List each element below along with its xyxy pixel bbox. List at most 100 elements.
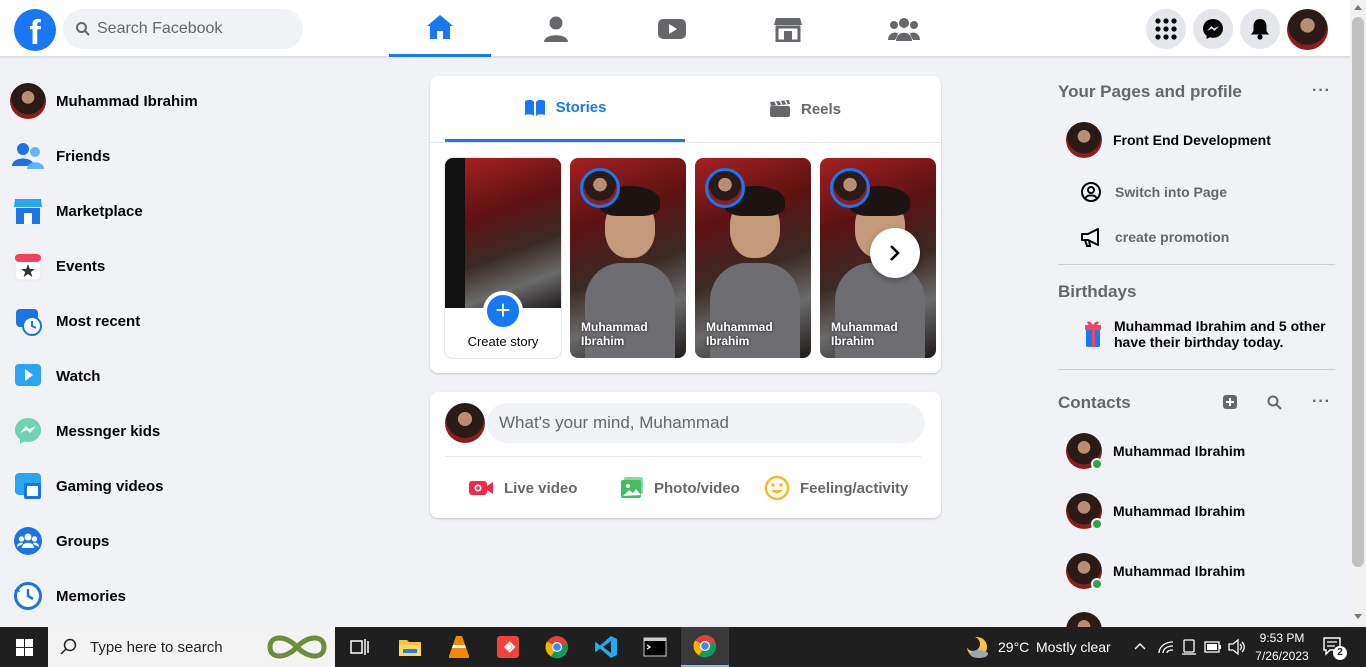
weather-button[interactable] bbox=[965, 635, 989, 664]
chrome-active-button[interactable] bbox=[681, 627, 729, 667]
sidebar-item-groups[interactable]: Groups bbox=[10, 521, 370, 561]
store-icon bbox=[774, 17, 802, 42]
add-story-icon[interactable]: + bbox=[483, 291, 523, 331]
stories-next-button[interactable] bbox=[870, 228, 920, 278]
taskbar-search[interactable]: Type here to search bbox=[48, 627, 335, 667]
page-name: Front End Development bbox=[1113, 132, 1271, 148]
device-button[interactable] bbox=[1181, 638, 1197, 661]
switch-label: Switch into Page bbox=[1115, 184, 1228, 200]
messenger-button[interactable] bbox=[1193, 9, 1233, 49]
notification-center-button[interactable]: 2 bbox=[1322, 636, 1347, 663]
notifications-button[interactable] bbox=[1240, 9, 1280, 49]
contact-avatar bbox=[1066, 433, 1103, 470]
online-indicator bbox=[1091, 578, 1103, 590]
friends-icon bbox=[12, 143, 44, 169]
sidebar-item-messenger-kids[interactable]: Messnger kids bbox=[10, 411, 370, 451]
pages-more-button[interactable]: ··· bbox=[1312, 82, 1331, 100]
sidebar-item-gaming[interactable]: Gaming videos bbox=[10, 466, 370, 506]
weather-condition: Mostly clear bbox=[1036, 639, 1111, 655]
volume-button[interactable] bbox=[1228, 638, 1246, 661]
nav-tab-home[interactable] bbox=[389, 0, 491, 57]
feeling-activity-button[interactable]: Feeling/activity bbox=[764, 470, 908, 506]
contact-item[interactable]: Muhammad Ibrahim bbox=[1066, 553, 1245, 590]
story-card[interactable]: Muhammad Ibrahim bbox=[695, 158, 811, 358]
sidebar-item-watch[interactable]: Watch bbox=[10, 356, 370, 396]
contacts-more-button[interactable]: ··· bbox=[1312, 393, 1331, 411]
divider bbox=[430, 142, 941, 143]
anydesk-button[interactable] bbox=[484, 627, 532, 667]
sidebar-item-label: Groups bbox=[56, 532, 110, 550]
photo-video-button[interactable]: Photo/video bbox=[620, 470, 740, 506]
folder-icon bbox=[399, 640, 421, 656]
sidebar-item-friends[interactable]: Friends bbox=[10, 136, 370, 176]
vscode-button[interactable] bbox=[582, 627, 630, 667]
new-room-button[interactable] bbox=[1223, 395, 1237, 414]
tab-label: Stories bbox=[555, 99, 607, 116]
contact-avatar bbox=[1066, 493, 1103, 530]
page-scrollbar[interactable] bbox=[1350, 0, 1366, 627]
chevron-up-icon bbox=[1134, 643, 1146, 650]
book-icon bbox=[524, 99, 545, 116]
search-icon bbox=[60, 638, 77, 655]
contact-name: Muhammad Ibrahim bbox=[1113, 443, 1246, 459]
show-hidden-icons-button[interactable] bbox=[1133, 639, 1147, 658]
tab-stories[interactable]: Stories bbox=[445, 76, 685, 142]
create-story-card[interactable]: + Create story bbox=[445, 158, 561, 358]
page-item[interactable]: Front End Development bbox=[1066, 122, 1271, 158]
scroll-up-icon[interactable] bbox=[1354, 5, 1362, 10]
nav-tab-profile[interactable] bbox=[505, 0, 607, 57]
wifi-button[interactable] bbox=[1157, 639, 1175, 660]
contact-item[interactable]: Muhammad Ibrahim bbox=[1066, 493, 1246, 530]
search-input[interactable] bbox=[97, 20, 287, 38]
sidebar-item-marketplace[interactable]: Marketplace bbox=[10, 191, 370, 231]
search-box[interactable] bbox=[63, 9, 303, 49]
contact-item[interactable]: Muhammad Ibrahim bbox=[1066, 433, 1246, 470]
scroll-down-icon[interactable] bbox=[1354, 614, 1362, 619]
story-card[interactable]: Muhammad Ibrahim bbox=[570, 158, 686, 358]
sidebar-item-label: Muhammad Ibrahim bbox=[56, 92, 198, 110]
sidebar-item-most-recent[interactable]: Most recent bbox=[10, 301, 370, 341]
create-story-photo bbox=[445, 158, 561, 308]
groups-icon bbox=[888, 17, 920, 41]
switch-into-page-button[interactable]: Switch into Page bbox=[1080, 181, 1227, 203]
contacts-search-button[interactable] bbox=[1267, 395, 1282, 415]
search-icon bbox=[1267, 395, 1282, 410]
start-button[interactable] bbox=[0, 627, 48, 667]
scroll-thumb[interactable] bbox=[1352, 17, 1364, 567]
chrome-button[interactable] bbox=[533, 627, 581, 667]
nav-tab-groups[interactable] bbox=[853, 0, 955, 57]
create-promotion-button[interactable]: create promotion bbox=[1080, 226, 1229, 248]
messenger-kids-icon bbox=[15, 418, 41, 444]
sidebar-item-profile[interactable]: Muhammad Ibrahim bbox=[10, 81, 370, 121]
terminal-icon bbox=[643, 637, 667, 657]
menu-button[interactable] bbox=[1146, 9, 1186, 49]
battery-button[interactable] bbox=[1204, 640, 1222, 658]
grid-menu-icon bbox=[1155, 18, 1177, 40]
file-explorer-button[interactable] bbox=[386, 627, 434, 667]
new-room-icon bbox=[1223, 395, 1237, 409]
sidebar-item-events[interactable]: Events bbox=[10, 246, 370, 286]
birthday-item[interactable]: Muhammad Ibrahim and 5 other have their b… bbox=[1084, 318, 1326, 350]
nav-tab-watch[interactable] bbox=[621, 0, 723, 57]
vlc-button[interactable] bbox=[435, 627, 483, 667]
task-view-button[interactable] bbox=[336, 627, 384, 667]
sidebar-item-memories[interactable]: Memories bbox=[10, 576, 370, 616]
live-video-button[interactable]: Live video bbox=[468, 470, 577, 506]
task-view-icon bbox=[350, 639, 369, 655]
terminal-button[interactable] bbox=[631, 627, 679, 667]
divider bbox=[445, 456, 921, 457]
clock[interactable]: 9:53 PM 7/26/2023 bbox=[1251, 630, 1313, 664]
tab-reels[interactable]: Reels bbox=[685, 76, 925, 142]
clock-date: 7/26/2023 bbox=[1255, 649, 1309, 663]
sidebar-item-label: Messnger kids bbox=[56, 422, 161, 440]
contact-name: Muhammad Ibrahim bbox=[1113, 503, 1246, 519]
avatar[interactable] bbox=[445, 403, 485, 443]
wifi-icon bbox=[1158, 641, 1174, 654]
post-input[interactable] bbox=[487, 403, 925, 443]
account-avatar[interactable] bbox=[1287, 9, 1328, 50]
post-composer: Live video Photo/video Feeling/activity bbox=[430, 392, 941, 518]
facebook-logo[interactable]: f bbox=[14, 9, 56, 51]
nav-tab-marketplace[interactable] bbox=[737, 0, 839, 57]
battery-icon bbox=[1204, 641, 1221, 653]
windows-logo-icon bbox=[15, 638, 33, 656]
